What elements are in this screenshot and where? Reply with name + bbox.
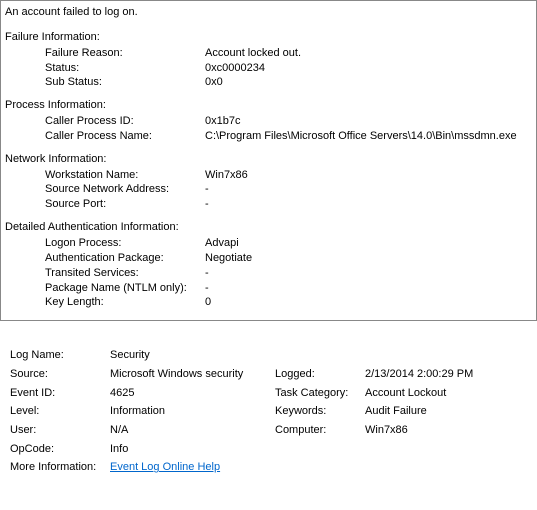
task-cat-label: Task Category: (275, 384, 365, 403)
summary-row: Source: Microsoft Windows security Logge… (10, 365, 527, 384)
level-label: Level: (10, 402, 110, 421)
detail-row: Failure Reason: Account locked out. (5, 46, 530, 61)
detail-row: Key Length: 0 (5, 295, 530, 310)
detail-row: Package Name (NTLM only): - (5, 281, 530, 296)
pkg-name-label: Package Name (NTLM only): (45, 281, 205, 296)
detail-row: Workstation Name: Win7x86 (5, 168, 530, 183)
detail-row: Status: 0xc0000234 (5, 61, 530, 76)
failure-info-header: Failure Information: (5, 30, 530, 45)
event-description-panel: An account failed to log on. Failure Inf… (0, 0, 537, 321)
status-label: Status: (45, 61, 205, 76)
opcode-label: OpCode: (10, 440, 110, 459)
keywords-value: Audit Failure (365, 402, 527, 421)
keywords-label: Keywords: (275, 402, 365, 421)
logged-label: Logged: (275, 365, 365, 384)
source-port-value: - (205, 197, 530, 212)
event-id-value: 4625 (110, 384, 275, 403)
event-summary-panel: Log Name: Security Source: Microsoft Win… (0, 336, 537, 487)
event-log-online-help-link[interactable]: Event Log Online Help (110, 458, 220, 477)
source-label: Source: (10, 365, 110, 384)
user-label: User: (10, 421, 110, 440)
pkg-name-value: - (205, 281, 530, 296)
detail-row: Sub Status: 0x0 (5, 75, 530, 90)
substatus-value: 0x0 (205, 75, 530, 90)
transited-label: Transited Services: (45, 266, 205, 281)
task-cat-value: Account Lockout (365, 384, 527, 403)
log-name-value: Security (110, 346, 275, 365)
network-info-header: Network Information: (5, 152, 530, 167)
auth-pkg-label: Authentication Package: (45, 251, 205, 266)
source-port-label: Source Port: (45, 197, 205, 212)
caller-id-label: Caller Process ID: (45, 114, 205, 129)
computer-value: Win7x86 (365, 421, 527, 440)
detail-row: Logon Process: Advapi (5, 236, 530, 251)
source-value: Microsoft Windows security (110, 365, 275, 384)
caller-name-label: Caller Process Name: (45, 129, 205, 144)
detail-row: Source Port: - (5, 197, 530, 212)
failure-reason-label: Failure Reason: (45, 46, 205, 61)
transited-value: - (205, 266, 530, 281)
detail-row: Source Network Address: - (5, 182, 530, 197)
summary-row: More Information: Event Log Online Help (10, 458, 527, 477)
caller-id-value: 0x1b7c (205, 114, 530, 129)
auth-info-header: Detailed Authentication Information: (5, 220, 530, 235)
process-info-header: Process Information: (5, 98, 530, 113)
key-len-value: 0 (205, 295, 530, 310)
status-value: 0xc0000234 (205, 61, 530, 76)
computer-label: Computer: (275, 421, 365, 440)
more-info-label: More Information: (10, 458, 110, 477)
workstation-label: Workstation Name: (45, 168, 205, 183)
workstation-value: Win7x86 (205, 168, 530, 183)
summary-row: Log Name: Security (10, 346, 527, 365)
summary-row: Level: Information Keywords: Audit Failu… (10, 402, 527, 421)
failure-reason-value: Account locked out. (205, 46, 530, 61)
source-addr-label: Source Network Address: (45, 182, 205, 197)
event-id-label: Event ID: (10, 384, 110, 403)
detail-row: Caller Process Name: C:\Program Files\Mi… (5, 129, 530, 144)
summary-row: OpCode: Info (10, 440, 527, 459)
auth-pkg-value: Negotiate (205, 251, 530, 266)
logged-value: 2/13/2014 2:00:29 PM (365, 365, 527, 384)
logon-proc-value: Advapi (205, 236, 530, 251)
opcode-value: Info (110, 440, 275, 459)
key-len-label: Key Length: (45, 295, 205, 310)
level-value: Information (110, 402, 275, 421)
summary-row: User: N/A Computer: Win7x86 (10, 421, 527, 440)
logon-proc-label: Logon Process: (45, 236, 205, 251)
detail-row: Transited Services: - (5, 266, 530, 281)
user-value: N/A (110, 421, 275, 440)
source-addr-value: - (205, 182, 530, 197)
summary-row: Event ID: 4625 Task Category: Account Lo… (10, 384, 527, 403)
event-header: An account failed to log on. (5, 5, 530, 20)
log-name-label: Log Name: (10, 346, 110, 365)
detail-row: Caller Process ID: 0x1b7c (5, 114, 530, 129)
detail-row: Authentication Package: Negotiate (5, 251, 530, 266)
caller-name-value: C:\Program Files\Microsoft Office Server… (205, 129, 530, 144)
substatus-label: Sub Status: (45, 75, 205, 90)
